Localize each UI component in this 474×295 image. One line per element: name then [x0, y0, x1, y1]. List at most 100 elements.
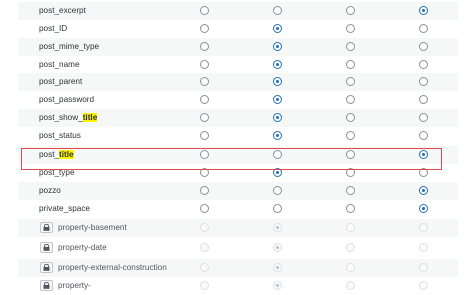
- table-row: post_name: [18, 56, 458, 74]
- field-name-text: post_excerpt: [39, 6, 86, 15]
- radio-button[interactable]: [346, 42, 355, 51]
- field-name: property-date: [58, 243, 107, 252]
- radio-button[interactable]: [200, 204, 209, 213]
- radio-button[interactable]: [419, 186, 428, 195]
- search-highlight: title: [82, 113, 98, 122]
- search-highlight: title: [59, 150, 74, 159]
- field-name-text: post_ID: [39, 24, 68, 33]
- radio-button: [273, 281, 282, 290]
- field-name: post_show_title: [39, 113, 98, 122]
- table-row: pozzo: [18, 182, 458, 200]
- radio-button[interactable]: [346, 168, 355, 177]
- radio-button[interactable]: [273, 95, 282, 104]
- radio-button: [419, 243, 428, 252]
- radio-button[interactable]: [419, 150, 428, 159]
- radio-button[interactable]: [200, 24, 209, 33]
- radio-button[interactable]: [273, 60, 282, 69]
- table-row: post_password: [18, 91, 458, 109]
- radio-button[interactable]: [346, 150, 355, 159]
- field-name: post_mime_type: [39, 42, 99, 51]
- radio-button[interactable]: [346, 95, 355, 104]
- radio-button[interactable]: [273, 168, 282, 177]
- radio-button[interactable]: [273, 113, 282, 122]
- table-row: post_title: [18, 146, 458, 164]
- radio-button[interactable]: [346, 77, 355, 86]
- radio-button[interactable]: [200, 60, 209, 69]
- radio-button[interactable]: [419, 113, 428, 122]
- field-name-text: property-external-construction: [58, 263, 167, 272]
- radio-button[interactable]: [273, 204, 282, 213]
- table-row: post_ID: [18, 20, 458, 38]
- radio-button[interactable]: [273, 131, 282, 140]
- lock-icon[interactable]: [40, 280, 53, 291]
- field-name: post_excerpt: [39, 6, 86, 15]
- radio-button[interactable]: [346, 204, 355, 213]
- radio-button[interactable]: [200, 113, 209, 122]
- radio-button: [419, 223, 428, 232]
- radio-button: [200, 281, 209, 290]
- radio-button[interactable]: [419, 131, 428, 140]
- radio-button[interactable]: [419, 77, 428, 86]
- field-name: post_name: [39, 60, 80, 69]
- field-name: post_status: [39, 131, 81, 140]
- field-name-text: post_password: [39, 95, 95, 104]
- radio-button[interactable]: [419, 60, 428, 69]
- radio-button[interactable]: [419, 6, 428, 15]
- radio-button[interactable]: [419, 204, 428, 213]
- radio-button[interactable]: [419, 42, 428, 51]
- table-row: property-date: [18, 239, 458, 257]
- radio-button[interactable]: [200, 131, 209, 140]
- radio-button[interactable]: [346, 186, 355, 195]
- radio-button[interactable]: [273, 42, 282, 51]
- radio-button[interactable]: [273, 77, 282, 86]
- field-name: post_ID: [39, 24, 67, 33]
- field-name: property-external-construction: [58, 263, 167, 272]
- radio-button: [419, 281, 428, 290]
- radio-button[interactable]: [273, 150, 282, 159]
- radio-button[interactable]: [200, 6, 209, 15]
- field-name-text: pozzo: [39, 186, 61, 195]
- lock-icon[interactable]: [40, 262, 53, 273]
- table-row: post_show_title: [18, 109, 458, 127]
- field-name-text: property-basement: [58, 223, 127, 232]
- field-name: property-: [58, 281, 91, 290]
- field-name-text: post_status: [39, 131, 81, 140]
- field-name: post_password: [39, 95, 94, 104]
- field-name-text: post_type: [39, 168, 75, 177]
- field-name-text: property-: [58, 281, 91, 290]
- radio-button[interactable]: [346, 113, 355, 122]
- radio-button[interactable]: [346, 60, 355, 69]
- radio-button[interactable]: [200, 168, 209, 177]
- lock-icon[interactable]: [40, 242, 53, 253]
- radio-button[interactable]: [346, 6, 355, 15]
- radio-button[interactable]: [200, 95, 209, 104]
- field-name: post_title: [39, 150, 74, 159]
- radio-button: [200, 263, 209, 272]
- field-name-text: post_parent: [39, 77, 83, 86]
- table-row: post_type: [18, 164, 458, 182]
- radio-button: [346, 223, 355, 232]
- field-name: property-basement: [58, 223, 127, 232]
- radio-button[interactable]: [273, 24, 282, 33]
- radio-button: [273, 243, 282, 252]
- radio-button[interactable]: [419, 95, 428, 104]
- radio-button[interactable]: [419, 168, 428, 177]
- radio-button[interactable]: [419, 24, 428, 33]
- radio-button[interactable]: [200, 42, 209, 51]
- field-name-text: post_: [39, 150, 60, 159]
- radio-button[interactable]: [346, 24, 355, 33]
- radio-button[interactable]: [273, 6, 282, 15]
- radio-button[interactable]: [200, 77, 209, 86]
- radio-button: [346, 243, 355, 252]
- radio-button: [273, 223, 282, 232]
- radio-button[interactable]: [200, 150, 209, 159]
- lock-icon[interactable]: [40, 222, 53, 233]
- radio-button[interactable]: [273, 186, 282, 195]
- radio-button: [419, 263, 428, 272]
- field-name: pozzo: [39, 186, 61, 195]
- radio-button: [200, 223, 209, 232]
- radio-button[interactable]: [346, 131, 355, 140]
- field-name-text: post_name: [39, 60, 80, 69]
- radio-button[interactable]: [200, 186, 209, 195]
- table-row: post_status: [18, 127, 458, 145]
